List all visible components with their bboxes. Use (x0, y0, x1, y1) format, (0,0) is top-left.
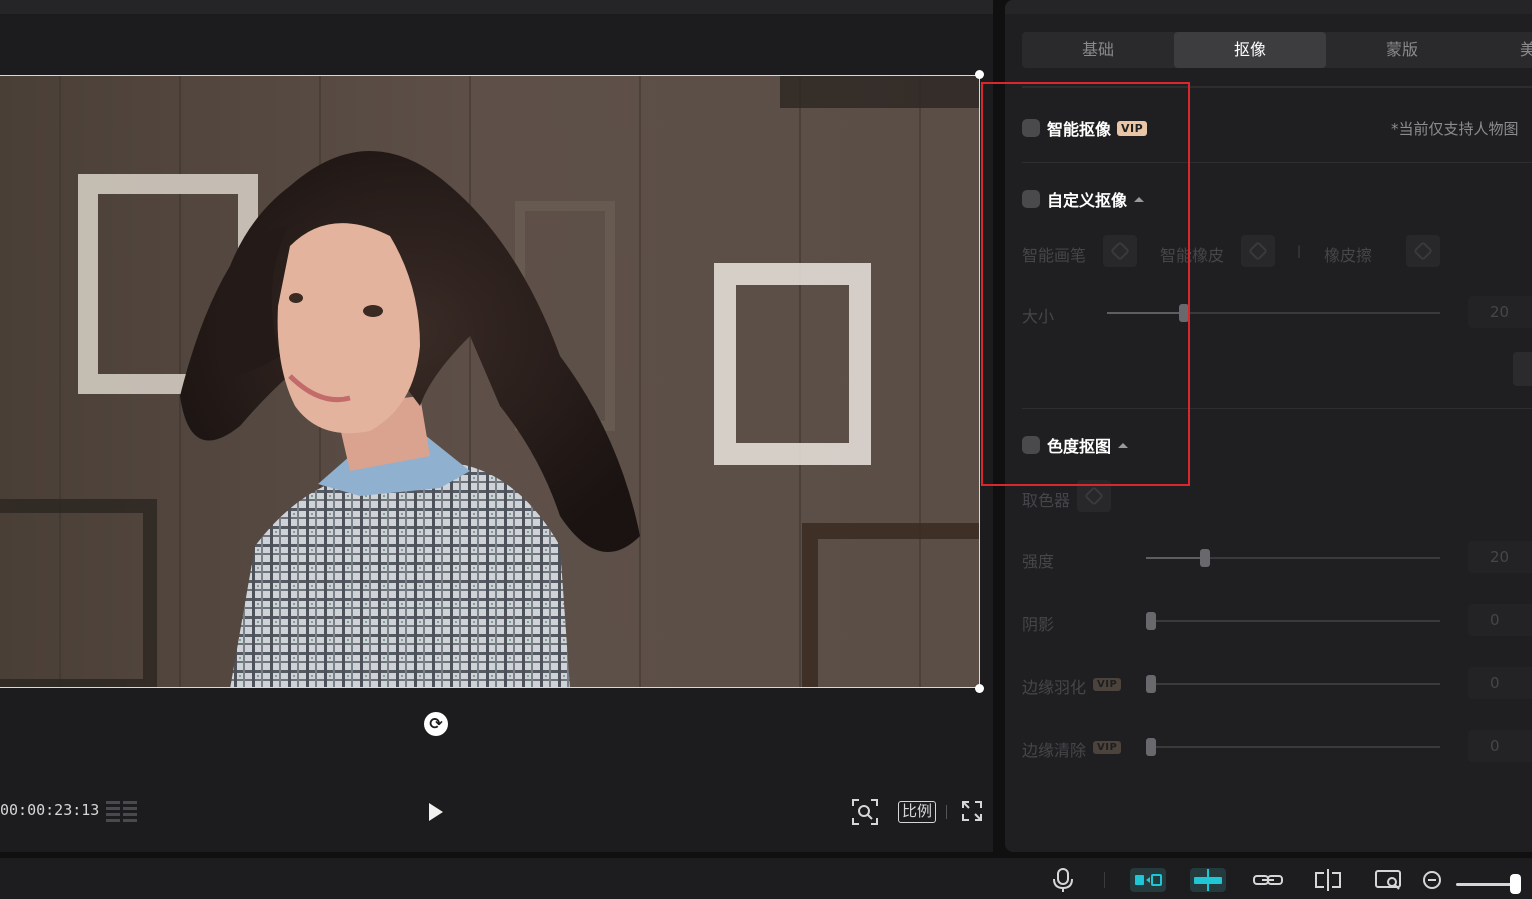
eraser-button[interactable] (1406, 235, 1440, 267)
zoom-slider-knob[interactable] (1510, 874, 1521, 894)
vip-badge: VIP (1093, 678, 1122, 691)
tool-separator: | (1297, 244, 1302, 258)
toolbar-separator (946, 805, 947, 819)
color-picker-button[interactable] (1077, 480, 1111, 512)
fullscreen-icon[interactable] (960, 799, 984, 823)
tab-cutout[interactable]: 抠像 (1174, 32, 1326, 68)
smart-eraser-button[interactable] (1241, 235, 1275, 267)
chroma-slider-label: 强度 (1022, 552, 1055, 571)
eyedropper-icon (1084, 486, 1104, 506)
chroma-slider[interactable] (1146, 612, 1440, 630)
section-divider (1022, 162, 1532, 163)
size-slider-fill (1107, 312, 1184, 314)
play-icon[interactable] (426, 801, 446, 823)
custom-cutout-toggle[interactable]: 自定义抠像 (1022, 187, 1145, 211)
fit-to-screen-icon[interactable] (851, 798, 879, 826)
tab-beauty[interactable]: 美 (1478, 32, 1532, 68)
preview-resize-handle-bottom-right[interactable] (975, 684, 984, 693)
chroma-slider[interactable] (1146, 549, 1440, 567)
apply-button[interactable] (1513, 352, 1532, 386)
chroma-slider-knob[interactable] (1146, 612, 1156, 630)
collapse-caret-icon[interactable] (1134, 196, 1145, 202)
custom-cutout-label: 自定义抠像 (1047, 191, 1128, 210)
microphone-icon[interactable] (1045, 868, 1081, 892)
chroma-slider-knob[interactable] (1146, 738, 1156, 756)
timeline-toolbar (0, 858, 1532, 899)
color-picker-label: 取色器 (1022, 491, 1071, 510)
vip-badge: VIP (1117, 120, 1148, 136)
chroma-slider[interactable] (1146, 738, 1440, 756)
chroma-slider-value-input[interactable]: 20 (1468, 541, 1532, 573)
chroma-slider-fill (1146, 557, 1205, 559)
chroma-slider-label: 边缘羽化 (1022, 678, 1087, 697)
inspector-title-bar (1005, 0, 1532, 14)
chroma-slider-knob[interactable] (1199, 549, 1210, 567)
rotate-icon[interactable]: ⟳ (424, 712, 448, 736)
smart-brush-label: 智能画笔 (1022, 246, 1087, 265)
link-left-icon[interactable] (1130, 868, 1166, 892)
chroma-key-label: 色度抠图 (1047, 437, 1112, 456)
player-panel: ⟳ 00:00:23:13 比例 (0, 0, 993, 852)
zoom-slider[interactable] (1456, 883, 1518, 886)
size-slider-knob[interactable] (1178, 304, 1189, 322)
player-title-bar (0, 0, 993, 14)
smart-eraser-label: 智能橡皮 (1160, 246, 1225, 265)
inspector-panel: 基础 抠像 蒙版 美 智能抠像 VIP *当前仅支持人物图 自定义抠像 智能画笔… (1005, 0, 1532, 852)
size-label: 大小 (1022, 307, 1055, 326)
chroma-slider-label: 阴影 (1022, 615, 1055, 634)
custom-cutout-checkbox[interactable] (1022, 190, 1040, 208)
chroma-slider[interactable] (1146, 675, 1440, 693)
split-icon[interactable] (1310, 868, 1346, 892)
aspect-ratio-button[interactable]: 比例 (898, 801, 937, 823)
inspector-tabs: 基础 抠像 蒙版 美 (1022, 32, 1532, 68)
smart-cutout-label: 智能抠像 (1047, 120, 1112, 139)
chroma-key-toggle[interactable]: 色度抠图 (1022, 433, 1129, 457)
smart-cutout-toggle[interactable]: 智能抠像 VIP (1022, 116, 1148, 140)
chroma-key-checkbox[interactable] (1022, 436, 1040, 454)
brush-icon (1110, 241, 1130, 261)
link-icon[interactable] (1250, 868, 1286, 892)
chroma-slider-value-input[interactable]: 0 (1468, 730, 1532, 762)
smart-cutout-note: *当前仅支持人物图 (1391, 120, 1519, 138)
chroma-slider-value-input[interactable]: 0 (1468, 604, 1532, 636)
size-value-input[interactable]: 20 (1468, 296, 1532, 328)
tab-mask[interactable]: 蒙版 (1326, 32, 1478, 68)
toolbar-separator (1104, 872, 1105, 888)
list-view-icon[interactable] (106, 800, 138, 824)
section-divider (1022, 408, 1532, 409)
tab-basic[interactable]: 基础 (1022, 32, 1174, 68)
chroma-slider-label: 边缘清除 (1022, 741, 1087, 760)
collapse-caret-icon[interactable] (1118, 442, 1129, 448)
size-slider[interactable] (1107, 304, 1440, 322)
auto-snap-icon[interactable] (1190, 868, 1226, 892)
vip-badge: VIP (1093, 741, 1122, 754)
tabs-divider (1022, 86, 1532, 88)
zoom-out-icon[interactable] (1418, 868, 1446, 892)
preview-resize-handle-top-right[interactable] (975, 70, 984, 79)
eraser-icon (1413, 241, 1433, 261)
video-frame-image (0, 76, 979, 687)
smart-cutout-checkbox[interactable] (1022, 119, 1040, 137)
eraser-label: 橡皮擦 (1324, 246, 1373, 265)
smart-brush-button[interactable] (1103, 235, 1137, 267)
chroma-slider-value-input[interactable]: 0 (1468, 667, 1532, 699)
timecode: 00:00:23:13 (0, 801, 100, 819)
video-preview[interactable] (0, 75, 980, 688)
eraser-icon (1248, 241, 1268, 261)
chroma-slider-knob[interactable] (1146, 675, 1156, 693)
preview-quality-icon[interactable] (1370, 868, 1406, 892)
